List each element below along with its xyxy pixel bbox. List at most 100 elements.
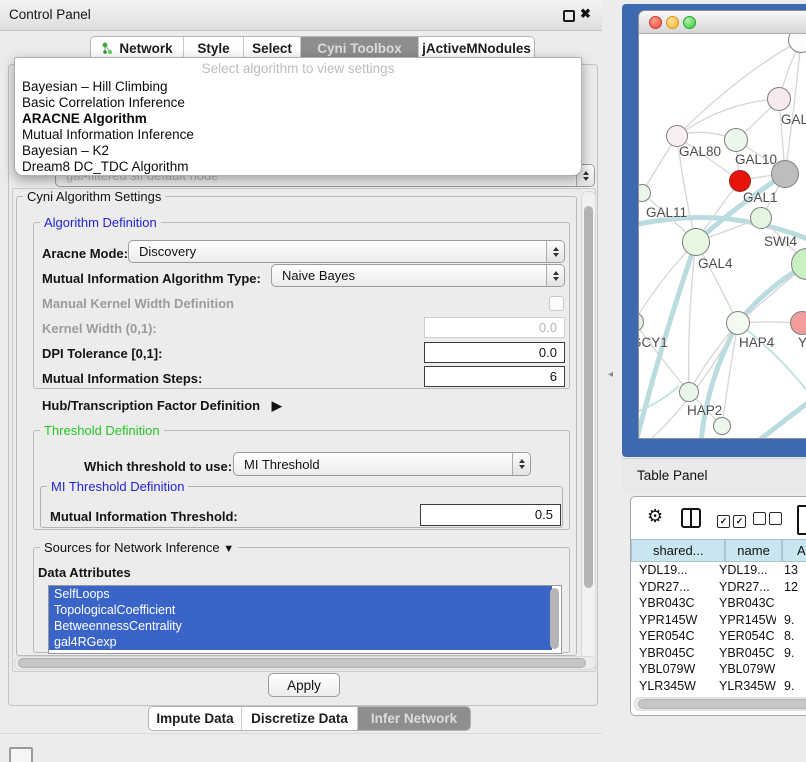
dropdown-item-selected[interactable]: ARACNE Algorithm (22, 111, 147, 126)
tab-impute-data[interactable]: Impute Data (149, 707, 242, 730)
network-node-highlighted[interactable] (729, 170, 751, 192)
close-icon[interactable]: ✖ (580, 6, 591, 22)
dropdown-item[interactable]: Dream8 DC_TDC Algorithm (22, 159, 189, 174)
column-header[interactable]: shared... (631, 539, 725, 562)
tab-select[interactable]: Select (244, 37, 301, 59)
table-cell[interactable]: 9. (776, 612, 806, 629)
dpi-tolerance-field[interactable]: 0.0 (424, 342, 565, 363)
table-cell[interactable]: YBL079W (631, 661, 719, 678)
tab-jactivemnodules[interactable]: jActiveMNodules (419, 37, 534, 59)
tab-network[interactable]: Network (91, 37, 184, 59)
table-cell[interactable]: YBR045C (719, 645, 776, 662)
table-cell[interactable]: YLR345W (631, 678, 719, 694)
sources-group-title[interactable]: Sources for Network Inference ▼ (40, 540, 238, 555)
list-scroll-thumb[interactable] (550, 588, 559, 649)
network-node-hap4[interactable] (726, 311, 750, 335)
table-cell[interactable]: YER054C (719, 628, 776, 645)
dropdown-item[interactable]: Bayesian – Hill Climbing (22, 79, 168, 94)
table-cell[interactable]: YBR045C (631, 645, 719, 662)
vertical-scroll-thumb[interactable] (584, 206, 593, 588)
network-canvas[interactable]: GAL GAL80 GAL10 GAL1 GAL11 GAL4 SWI4 GCY… (639, 34, 806, 438)
table-cell[interactable]: 8. (776, 628, 806, 645)
table-cell[interactable]: YDL19... (631, 562, 719, 579)
deselect-all-checks-icon[interactable] (753, 512, 785, 528)
dropdown-item[interactable]: Bayesian – K2 (22, 143, 109, 158)
table-row[interactable]: YDL19...YDL19...13 (631, 562, 806, 579)
list-item[interactable]: TopologicalCoefficient (49, 602, 552, 618)
table-horizontal-scrollbar[interactable] (634, 697, 806, 711)
table-cell[interactable]: YDR27... (719, 579, 776, 596)
close-traffic-light[interactable] (649, 16, 662, 29)
tab-cyni-toolbox[interactable]: Cyni Toolbox (301, 37, 419, 59)
table-row[interactable]: YBR043CYBR043C (631, 595, 806, 612)
table-row[interactable]: YBR045CYBR045C9. (631, 645, 806, 662)
split-columns-icon[interactable] (681, 508, 701, 528)
mi-type-value: Naive Bayes (272, 268, 546, 283)
table-row[interactable]: YBL079WYBL079W (631, 661, 806, 678)
table-row[interactable]: YER054CYER054C8. (631, 628, 806, 645)
dropdown-item[interactable]: Basic Correlation Inference (22, 95, 185, 110)
table-cell[interactable] (776, 595, 806, 612)
table-cell[interactable] (776, 661, 806, 678)
minimize-traffic-light[interactable] (666, 16, 679, 29)
network-node[interactable] (713, 417, 731, 435)
which-threshold-select[interactable]: MI Threshold (233, 452, 531, 476)
node-label: HAP4 (739, 335, 774, 350)
network-node-gal1[interactable] (750, 207, 772, 229)
table-cell[interactable]: YBR043C (631, 595, 719, 612)
table-cell[interactable]: 9. (776, 645, 806, 662)
data-attributes-list[interactable]: SelfLoops TopologicalCoefficient Between… (48, 585, 562, 654)
tab-style[interactable]: Style (184, 37, 244, 59)
hub-definition-expander[interactable]: Hub/Transcription Factor Definition ▶ (42, 398, 282, 414)
table-row[interactable]: YDR27...YDR27...12 (631, 579, 806, 596)
table-cell[interactable]: YLR345W (719, 678, 776, 694)
apply-button[interactable]: Apply (268, 673, 340, 697)
mi-threshold-field[interactable]: 0.5 (420, 504, 561, 526)
zoom-traffic-light[interactable] (683, 16, 696, 29)
table-cell[interactable]: 12 (776, 579, 806, 596)
network-node-gal10[interactable] (724, 128, 748, 152)
gear-icon[interactable]: ⚙ (647, 506, 663, 527)
manual-kernel-checkbox[interactable] (549, 296, 564, 311)
tab-infer-network[interactable]: Infer Network (358, 707, 470, 730)
table-row[interactable]: YLR345WYLR345W9. (631, 678, 806, 694)
table-cell[interactable]: YER054C (631, 628, 719, 645)
table-cell[interactable]: YBL079W (719, 661, 776, 678)
table-cell[interactable]: YBR043C (719, 595, 776, 612)
list-item[interactable]: gal4RGexp (49, 634, 552, 650)
tab-discretize-data[interactable]: Discretize Data (242, 707, 358, 730)
select-all-checks-icon[interactable]: ✓✓ (717, 512, 749, 528)
tab-label: Select (252, 41, 292, 56)
column-header[interactable]: name (725, 539, 781, 562)
settings-vertical-scrollbar[interactable] (581, 191, 596, 670)
list-item[interactable]: BetweennessCentrality (49, 618, 552, 634)
table-cell[interactable]: YPR145W (631, 612, 719, 629)
settings-horizontal-scrollbar[interactable] (14, 656, 596, 670)
mi-steps-field[interactable]: 6 (424, 366, 565, 387)
aracne-mode-select[interactable]: Discovery (128, 240, 565, 263)
network-node[interactable] (767, 87, 791, 111)
kernel-width-field[interactable]: 0.0 (424, 317, 565, 338)
table-cell[interactable]: YDR27... (631, 579, 719, 596)
data-attributes-label: Data Attributes (38, 565, 131, 580)
list-item[interactable]: SelfLoops (49, 586, 552, 602)
table-cell[interactable]: YPR145W (719, 612, 776, 629)
float-panel-icon[interactable] (563, 10, 575, 22)
table-cell[interactable]: 9. (776, 678, 806, 694)
table-cell[interactable]: YDL19... (719, 562, 776, 579)
horizontal-scroll-thumb[interactable] (18, 658, 586, 668)
mi-type-select[interactable]: Naive Bayes (271, 264, 565, 287)
mi-steps-label: Mutual Information Steps: (42, 371, 202, 386)
docked-panel-icon[interactable] (9, 747, 33, 762)
column-header[interactable]: A (782, 539, 806, 562)
splitter-collapse-icon[interactable]: ◂ (608, 369, 613, 380)
collapse-down-icon: ▼ (223, 543, 234, 555)
network-node-hap2[interactable] (679, 382, 699, 402)
table-scroll-thumb[interactable] (638, 699, 806, 709)
dropdown-item[interactable]: Mutual Information Inference (22, 127, 194, 142)
table-row[interactable]: YPR145WYPR145W9. (631, 612, 806, 629)
new-table-icon[interactable] (797, 505, 806, 535)
which-threshold-label: Which threshold to use: (84, 459, 232, 474)
table-cell[interactable]: 13 (776, 562, 806, 579)
network-node-gal4[interactable] (682, 228, 710, 256)
